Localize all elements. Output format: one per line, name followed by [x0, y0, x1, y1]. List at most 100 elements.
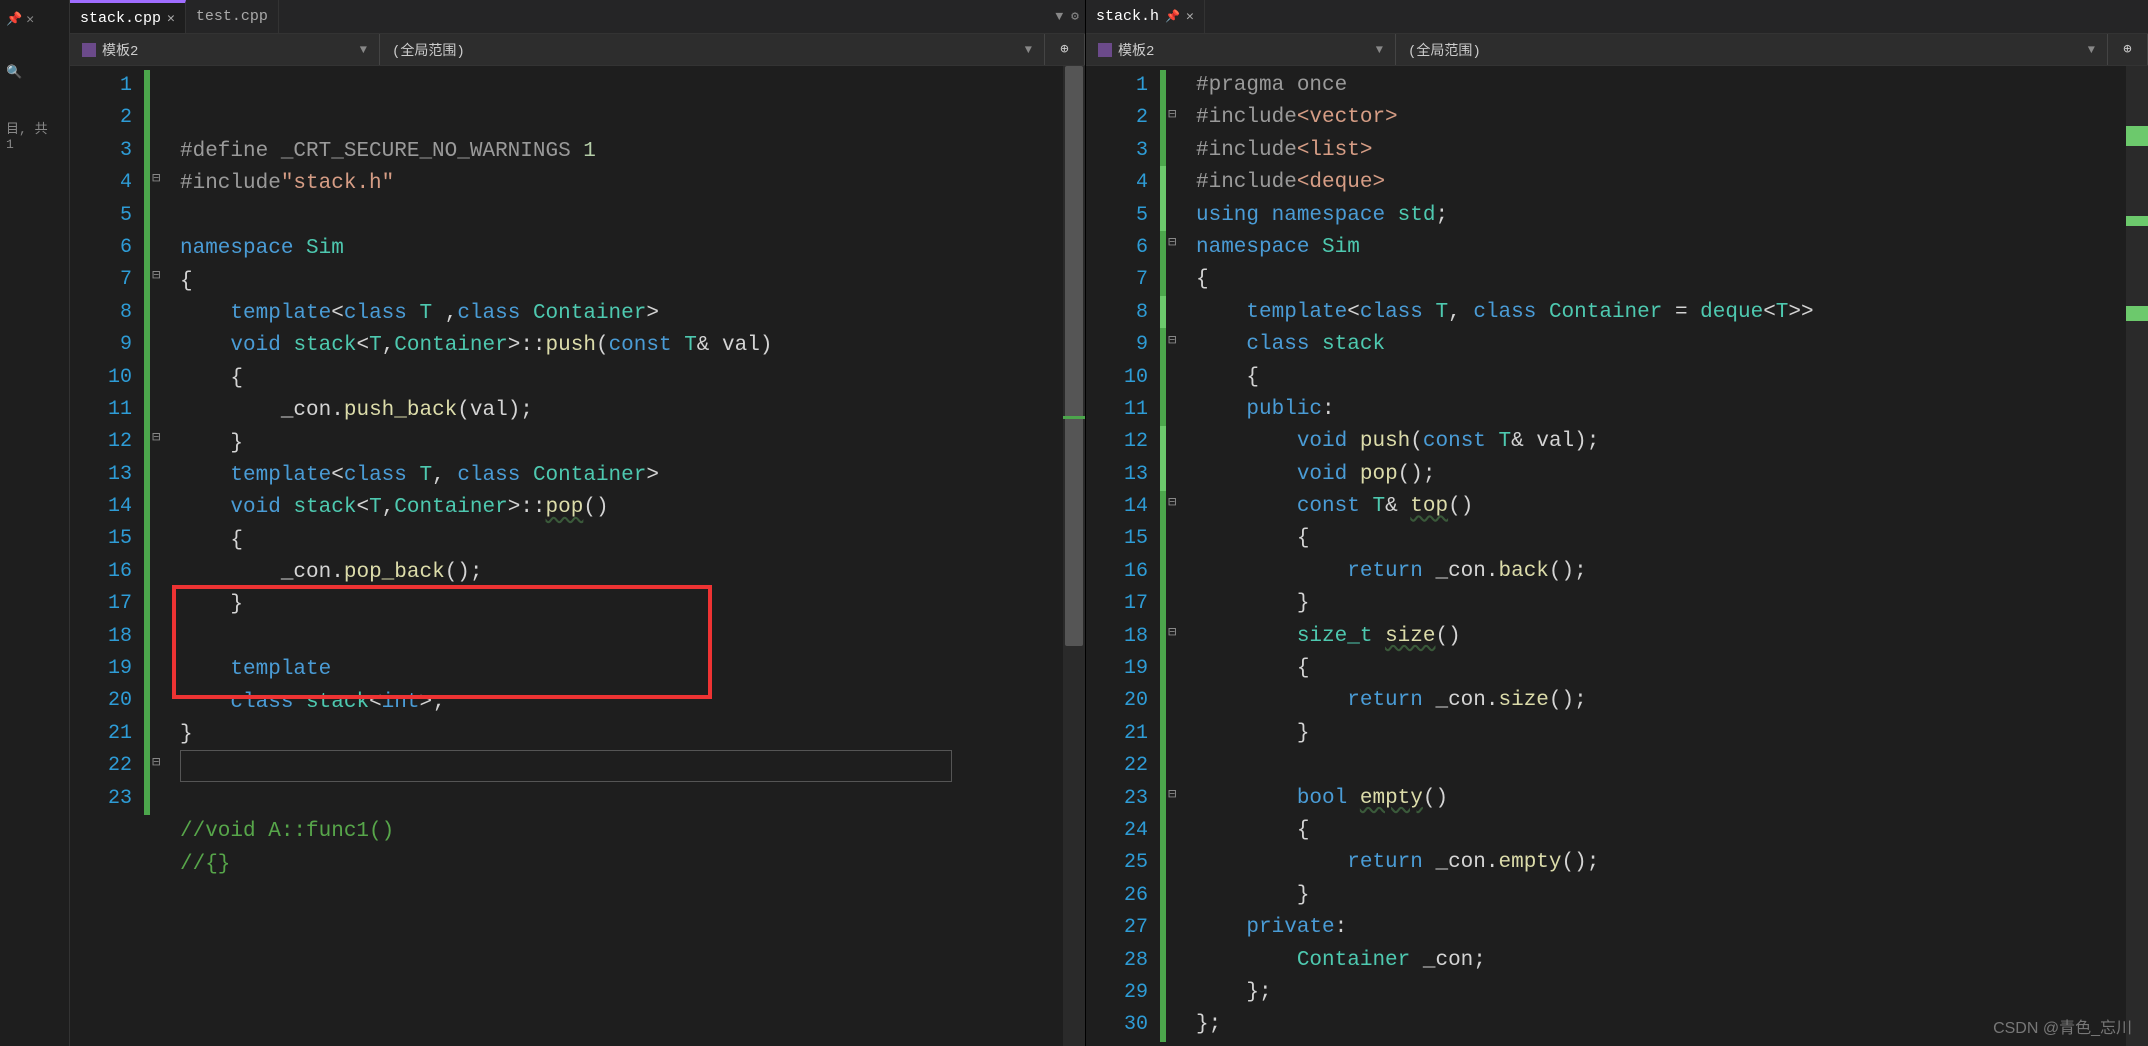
code-line[interactable]: { [1188, 815, 2148, 847]
editor-body-left[interactable]: 1234567891011121314151617181920212223 ⊟ … [70, 66, 1085, 1046]
split-button[interactable]: ⊕ [2108, 34, 2148, 65]
code-line[interactable]: namespace Sim [1188, 232, 2148, 264]
code-area-right[interactable]: #pragma once#include<vector>#include<lis… [1188, 66, 2148, 1046]
editor-pane-right: stack.h 📌 ✕ 模板2 ▼ (全局范围) ▼ ⊕ 12345678910… [1086, 0, 2148, 1046]
code-line[interactable]: #include"stack.h" [172, 168, 1085, 200]
fold-gutter: ⊟ ⊟ ⊟ ⊟ [144, 66, 172, 1046]
code-line[interactable]: } [1188, 588, 2148, 620]
code-line[interactable]: _con.push_back(val); [172, 395, 1085, 427]
line-numbers: 1234567891011121314151617181920212223 [70, 66, 144, 1046]
code-line[interactable] [1188, 750, 2148, 782]
left-tool-gutter: 📌 ✕ 🔍 目, 共 1 [0, 0, 70, 1046]
template-icon [1098, 43, 1112, 57]
code-line[interactable]: #include<vector> [1188, 102, 2148, 134]
template-icon [82, 43, 96, 57]
dropdown-bar-right: 模板2 ▼ (全局范围) ▼ ⊕ [1086, 34, 2148, 66]
tab-test-cpp[interactable]: test.cpp [186, 0, 279, 33]
code-area-left[interactable]: #define _CRT_SECURE_NO_WARNINGS 1#includ… [172, 66, 1085, 1046]
line-numbers: 1234567891011121314151617181920212223242… [1086, 66, 1160, 1046]
code-line[interactable]: { [1188, 264, 2148, 296]
tab-bar-right: stack.h 📌 ✕ [1086, 0, 2148, 34]
code-line[interactable]: bool empty() [1188, 783, 2148, 815]
code-line[interactable]: } [1188, 718, 2148, 750]
dropdown-arrow-icon[interactable]: ▼ [1055, 9, 1063, 24]
scope-dropdown-2[interactable]: (全局范围) ▼ [380, 34, 1045, 65]
code-line[interactable]: void stack<T,Container>::push(const T& v… [172, 330, 1085, 362]
split-icon: ⊕ [2123, 41, 2131, 58]
code-line[interactable]: } [1188, 880, 2148, 912]
editor-body-right[interactable]: 1234567891011121314151617181920212223242… [1086, 66, 2148, 1046]
code-line[interactable]: //{} [172, 849, 1085, 881]
code-line[interactable]: { [1188, 523, 2148, 555]
gear-icon[interactable]: ⚙ [1071, 9, 1079, 24]
scope-dropdown-1[interactable]: 模板2 ▼ [1086, 34, 1396, 65]
code-line[interactable]: { [172, 266, 1085, 298]
close-icon[interactable]: ✕ [26, 12, 34, 27]
code-line[interactable]: } [172, 719, 1085, 751]
close-icon[interactable]: ✕ [167, 11, 175, 26]
gutter-label: 目, 共 1 [0, 114, 69, 156]
tab-stack-h[interactable]: stack.h 📌 ✕ [1086, 0, 1205, 33]
scope-dropdown-2[interactable]: (全局范围) ▼ [1396, 34, 2108, 65]
tab-stack-cpp[interactable]: stack.cpp ✕ [70, 0, 186, 33]
tab-bar-left: stack.cpp ✕ test.cpp ▼ ⚙ [70, 0, 1085, 34]
pin-icon[interactable]: 📌 [6, 12, 22, 27]
code-line[interactable]: namespace Sim [172, 233, 1085, 265]
code-line[interactable] [172, 784, 1085, 816]
dropdown-bar-left: 模板2 ▼ (全局范围) ▼ ⊕ [70, 34, 1085, 66]
code-line[interactable]: } [172, 428, 1085, 460]
code-line[interactable]: template<class T ,class Container> [172, 298, 1085, 330]
fold-gutter: ⊟ ⊟ ⊟ ⊟ ⊟ ⊟ [1160, 66, 1188, 1046]
editor-pane-left: stack.cpp ✕ test.cpp ▼ ⚙ 模板2 ▼ (全局范围) ▼ … [70, 0, 1086, 1046]
code-line[interactable]: _con.pop_back(); [172, 557, 1085, 589]
chevron-down-icon: ▼ [1025, 43, 1032, 57]
code-line[interactable]: const T& top() [1188, 491, 2148, 523]
code-line[interactable] [172, 201, 1085, 233]
code-line[interactable]: class stack [1188, 329, 2148, 361]
code-line[interactable]: { [172, 525, 1085, 557]
split-button[interactable]: ⊕ [1045, 34, 1085, 65]
code-line[interactable]: template<class T, class Container> [172, 460, 1085, 492]
code-line[interactable]: template [172, 654, 1085, 686]
scrollbar[interactable] [2126, 66, 2148, 1046]
code-line[interactable]: size_t size() [1188, 621, 2148, 653]
code-line[interactable]: using namespace std; [1188, 200, 2148, 232]
code-line[interactable]: class stack<int>; [172, 687, 1085, 719]
chevron-down-icon: ▼ [2088, 43, 2095, 57]
code-line[interactable]: return _con.size(); [1188, 685, 2148, 717]
search-icon[interactable]: 🔍 [0, 61, 69, 84]
code-line[interactable]: void pop(); [1188, 459, 2148, 491]
code-line[interactable]: public: [1188, 394, 2148, 426]
watermark: CSDN @青色_忘川 [1993, 1014, 2132, 1038]
chevron-down-icon: ▼ [360, 43, 367, 57]
code-line[interactable]: return _con.back(); [1188, 556, 2148, 588]
code-line[interactable]: #define _CRT_SECURE_NO_WARNINGS 1 [172, 136, 1085, 168]
scope-dropdown-1[interactable]: 模板2 ▼ [70, 34, 380, 65]
code-line[interactable]: Container _con; [1188, 945, 2148, 977]
code-line[interactable]: { [172, 363, 1085, 395]
code-line[interactable]: return _con.empty(); [1188, 847, 2148, 879]
code-line[interactable]: #include<deque> [1188, 167, 2148, 199]
code-line[interactable]: template<class T, class Container = dequ… [1188, 297, 2148, 329]
code-line[interactable] [172, 622, 1085, 654]
code-line[interactable]: #include<list> [1188, 135, 2148, 167]
code-line[interactable]: }; [1188, 977, 2148, 1009]
close-icon[interactable]: ✕ [1186, 9, 1194, 24]
code-line[interactable]: { [1188, 362, 2148, 394]
main-area: stack.cpp ✕ test.cpp ▼ ⚙ 模板2 ▼ (全局范围) ▼ … [70, 0, 2148, 1046]
code-line[interactable]: void push(const T& val); [1188, 426, 2148, 458]
chevron-down-icon: ▼ [1376, 43, 1383, 57]
code-line[interactable]: private: [1188, 912, 2148, 944]
code-line[interactable]: void stack<T,Container>::pop() [172, 492, 1085, 524]
pin-row: 📌 ✕ [0, 8, 69, 31]
code-line[interactable]: #pragma once [1188, 70, 2148, 102]
split-icon: ⊕ [1060, 41, 1068, 58]
code-line[interactable]: //void A::func1() [172, 816, 1085, 848]
code-line[interactable]: } [172, 589, 1085, 621]
pin-icon[interactable]: 📌 [1165, 9, 1180, 24]
tab-label: stack.h [1096, 8, 1159, 25]
code-line[interactable]: { [1188, 653, 2148, 685]
tab-label: stack.cpp [80, 10, 161, 27]
tab-label: test.cpp [196, 8, 268, 25]
scrollbar[interactable] [1063, 66, 1085, 1046]
